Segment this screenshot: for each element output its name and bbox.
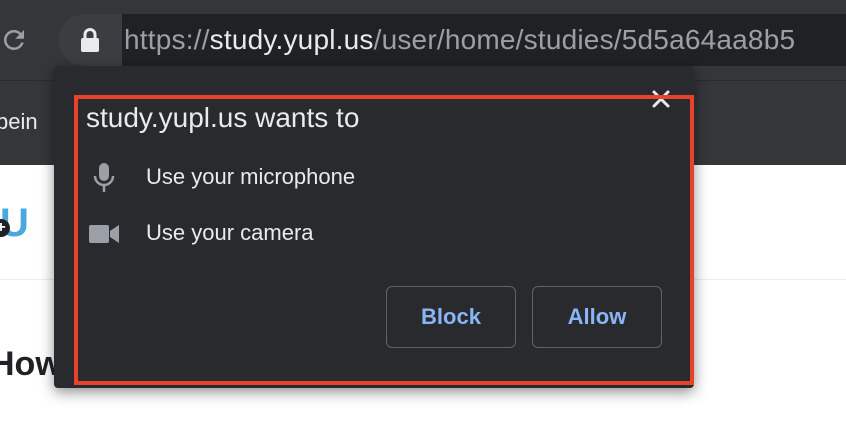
microphone-icon bbox=[86, 160, 122, 196]
url-scheme: https bbox=[124, 24, 186, 55]
close-button[interactable] bbox=[648, 86, 674, 112]
url-host: study.yupl.us bbox=[209, 24, 374, 55]
lock-icon bbox=[81, 28, 99, 52]
camera-icon bbox=[86, 216, 122, 252]
permission-label: Use your microphone bbox=[146, 164, 356, 189]
page-heading: How bbox=[0, 345, 62, 383]
permission-label: Use your camera bbox=[146, 220, 314, 245]
reload-icon bbox=[3, 29, 25, 50]
site-info-button[interactable] bbox=[58, 14, 122, 66]
block-button[interactable]: Block bbox=[386, 286, 516, 348]
bookmark-item[interactable]: bein bbox=[0, 109, 38, 135]
allow-button[interactable]: Allow bbox=[532, 286, 662, 348]
permission-title: study.yupl.us wants to bbox=[86, 102, 360, 133]
browser-window: https://study.yupl.us/user/home/studies/… bbox=[0, 0, 846, 444]
url-path: /user/home/studies/5d5a64aa8b5 bbox=[373, 24, 796, 55]
reload-button[interactable] bbox=[0, 20, 34, 60]
url-separator: :// bbox=[185, 24, 210, 55]
url-text[interactable]: https://study.yupl.us/user/home/studies/… bbox=[124, 22, 795, 58]
close-icon bbox=[652, 90, 670, 108]
